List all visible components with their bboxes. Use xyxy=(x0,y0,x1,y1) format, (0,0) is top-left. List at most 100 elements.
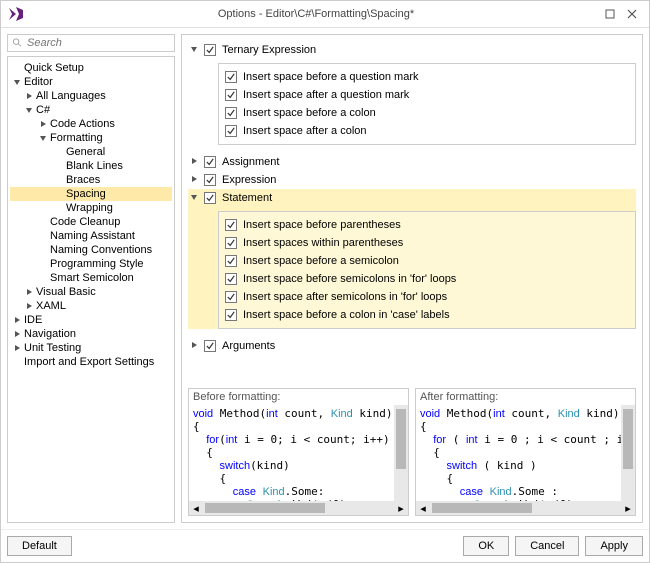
tree-item-xaml[interactable]: XAML xyxy=(10,299,172,313)
tree-item-general[interactable]: General xyxy=(10,145,172,159)
group-expression[interactable]: Expression xyxy=(188,171,636,189)
checkbox[interactable] xyxy=(225,125,237,137)
expand-icon[interactable] xyxy=(12,329,22,339)
default-button[interactable]: Default xyxy=(7,536,72,556)
expand-icon[interactable] xyxy=(24,287,34,297)
collapse-icon[interactable] xyxy=(190,193,200,203)
expand-icon[interactable] xyxy=(12,343,22,353)
option-row[interactable]: Insert space before a question mark xyxy=(225,68,629,86)
vertical-scrollbar[interactable] xyxy=(394,405,408,501)
vertical-scrollbar[interactable] xyxy=(621,405,635,501)
tree-item-wrapping[interactable]: Wrapping xyxy=(10,201,172,215)
dialog-footer: Default OK Cancel Apply xyxy=(1,529,649,562)
close-button[interactable] xyxy=(621,5,643,23)
checkbox[interactable] xyxy=(225,291,237,303)
group-label: Ternary Expression xyxy=(222,44,316,56)
collapse-icon[interactable] xyxy=(12,77,22,87)
tree-item-blank-lines[interactable]: Blank Lines xyxy=(10,159,172,173)
checkbox[interactable] xyxy=(204,156,216,168)
group-statement-items: Insert space before parentheses Insert s… xyxy=(218,211,636,329)
group-statement[interactable]: Statement xyxy=(188,189,636,207)
option-row[interactable]: Insert space after semicolons in 'for' l… xyxy=(225,288,629,306)
before-pane: Before formatting: void Method(int count… xyxy=(188,388,409,516)
horizontal-scrollbar[interactable]: ◂▸ xyxy=(189,501,408,515)
checkbox[interactable] xyxy=(225,89,237,101)
tree-item-braces[interactable]: Braces xyxy=(10,173,172,187)
window-title: Options - Editor\C#\Formatting\Spacing* xyxy=(33,8,599,20)
collapse-icon[interactable] xyxy=(38,133,48,143)
cancel-button[interactable]: Cancel xyxy=(515,536,579,556)
app-logo-icon xyxy=(7,5,25,23)
tree-item-code-cleanup[interactable]: Code Cleanup xyxy=(10,215,172,229)
options-tree: Quick Setup Editor All Languages C# Code… xyxy=(7,56,175,523)
option-row[interactable]: Insert space before semicolons in 'for' … xyxy=(225,270,629,288)
tree-item-csharp[interactable]: C# xyxy=(10,103,172,117)
before-label: Before formatting: xyxy=(189,389,408,405)
option-row[interactable]: Insert space after a colon xyxy=(225,122,629,140)
after-label: After formatting: xyxy=(416,389,635,405)
checkbox[interactable] xyxy=(204,44,216,56)
group-assignment[interactable]: Assignment xyxy=(188,153,636,171)
checkbox[interactable] xyxy=(225,237,237,249)
tree-item-naming-conventions[interactable]: Naming Conventions xyxy=(10,243,172,257)
checkbox[interactable] xyxy=(204,340,216,352)
group-label: Assignment xyxy=(222,156,279,168)
expand-icon[interactable] xyxy=(190,157,200,167)
apply-button[interactable]: Apply xyxy=(585,536,643,556)
search-icon xyxy=(12,37,23,49)
option-row[interactable]: Insert space before a colon in 'case' la… xyxy=(225,306,629,324)
checkbox[interactable] xyxy=(204,192,216,204)
after-code: void Method(int count, Kind kind) { for … xyxy=(416,405,635,501)
option-row[interactable]: Insert space after a question mark xyxy=(225,86,629,104)
tree-item-visual-basic[interactable]: Visual Basic xyxy=(10,285,172,299)
settings-groups: Ternary Expression Insert space before a… xyxy=(188,41,636,382)
checkbox[interactable] xyxy=(204,174,216,186)
titlebar: Options - Editor\C#\Formatting\Spacing* xyxy=(1,1,649,28)
search-input[interactable] xyxy=(27,37,170,49)
expand-icon[interactable] xyxy=(190,341,200,351)
checkbox[interactable] xyxy=(225,219,237,231)
tree-item-navigation[interactable]: Navigation xyxy=(10,327,172,341)
tree-item-naming-assistant[interactable]: Naming Assistant xyxy=(10,229,172,243)
maximize-button[interactable] xyxy=(599,5,621,23)
tree-item-spacing[interactable]: Spacing xyxy=(10,187,172,201)
expand-icon[interactable] xyxy=(190,175,200,185)
tree-item-unit-testing[interactable]: Unit Testing xyxy=(10,341,172,355)
tree-item-formatting[interactable]: Formatting xyxy=(10,131,172,145)
collapse-icon[interactable] xyxy=(24,105,34,115)
tree-item-code-actions[interactable]: Code Actions xyxy=(10,117,172,131)
checkbox[interactable] xyxy=(225,71,237,83)
group-label: Arguments xyxy=(222,340,275,352)
expand-icon[interactable] xyxy=(24,301,34,311)
tree-item-programming-style[interactable]: Programming Style xyxy=(10,257,172,271)
group-label: Expression xyxy=(222,174,276,186)
option-row[interactable]: Insert space before a semicolon xyxy=(225,252,629,270)
checkbox[interactable] xyxy=(225,255,237,267)
horizontal-scrollbar[interactable]: ◂▸ xyxy=(416,501,635,515)
tree-item-quick-setup[interactable]: Quick Setup xyxy=(10,61,172,75)
checkbox[interactable] xyxy=(225,107,237,119)
preview-area: Before formatting: void Method(int count… xyxy=(188,388,636,516)
option-row[interactable]: Insert space before parentheses xyxy=(225,216,629,234)
checkbox[interactable] xyxy=(225,309,237,321)
tree-item-editor[interactable]: Editor xyxy=(10,75,172,89)
ok-button[interactable]: OK xyxy=(463,536,509,556)
group-label: Statement xyxy=(222,192,272,204)
option-row[interactable]: Insert spaces within parentheses xyxy=(225,234,629,252)
tree-item-import-export[interactable]: Import and Export Settings xyxy=(10,355,172,369)
tree-item-smart-semicolon[interactable]: Smart Semicolon xyxy=(10,271,172,285)
after-pane: After formatting: void Method(int count,… xyxy=(415,388,636,516)
search-box[interactable] xyxy=(7,34,175,52)
group-arguments[interactable]: Arguments xyxy=(188,337,636,355)
collapse-icon[interactable] xyxy=(190,45,200,55)
tree-item-all-languages[interactable]: All Languages xyxy=(10,89,172,103)
checkbox[interactable] xyxy=(225,273,237,285)
group-ternary[interactable]: Ternary Expression xyxy=(188,41,636,59)
expand-icon[interactable] xyxy=(38,119,48,129)
option-row[interactable]: Insert space before a colon xyxy=(225,104,629,122)
expand-icon[interactable] xyxy=(24,91,34,101)
expand-icon[interactable] xyxy=(12,315,22,325)
tree-item-ide[interactable]: IDE xyxy=(10,313,172,327)
group-ternary-items: Insert space before a question mark Inse… xyxy=(218,63,636,145)
before-code: void Method(int count, Kind kind) { for(… xyxy=(189,405,408,501)
